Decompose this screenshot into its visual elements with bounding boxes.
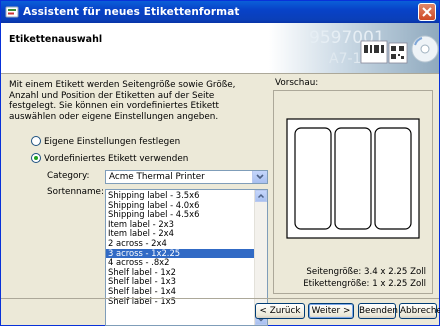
preview-label-1 <box>294 127 332 230</box>
radio-custom-settings-label: Eigene Einstellungen festlegen <box>44 137 181 147</box>
radio-button[interactable] <box>31 136 41 146</box>
label-size-text: Etikettengröße: 1 x 2.25 Zoll <box>303 279 426 289</box>
sortenname-listbox[interactable]: Shipping label - 3.5x6 Shipping label - 4… <box>105 189 268 326</box>
label-wizard-app-icon <box>5 6 19 18</box>
radio-button-checked[interactable] <box>31 153 41 163</box>
label-sheet-icon <box>360 40 388 64</box>
preview-panel: Seitengröße: 3.4 x 2.25 Zoll Etikettengr… <box>273 90 433 294</box>
wizard-header: Etikettenauswahl 9597001 A7-11 <box>1 23 439 74</box>
page-heading: Etikettenauswahl <box>9 34 103 45</box>
finish-button[interactable]: Beenden <box>358 303 398 319</box>
preview-label-2 <box>334 127 372 230</box>
combo-dropdown-button[interactable] <box>252 171 267 183</box>
next-button[interactable]: Weiter > <box>308 303 354 319</box>
chevron-down-icon <box>256 174 264 180</box>
preview-label: Vorschau: <box>275 78 319 88</box>
footer-separator <box>1 298 439 299</box>
intro-text: Mit einem Etikett werden Seitengröße sow… <box>9 80 236 122</box>
close-button[interactable] <box>418 3 436 21</box>
category-combobox[interactable]: Acme Thermal Printer <box>105 170 268 184</box>
radio-custom-settings[interactable]: Eigene Einstellungen festlegen <box>31 136 180 148</box>
qr-code-icon <box>388 42 408 64</box>
title-bar[interactable]: Assistent für neues Etikettenformat <box>1 1 439 23</box>
cd-disc-icon <box>411 35 439 63</box>
chevron-up-icon <box>257 193 265 199</box>
category-value: Acme Thermal Printer <box>109 172 205 182</box>
back-button[interactable]: < Zurück <box>255 303 305 319</box>
page-size-text: Seitengröße: 3.4 x 2.25 Zoll <box>306 267 426 277</box>
window-title: Assistent für neues Etikettenformat <box>23 6 240 18</box>
preview-label-3 <box>374 127 412 230</box>
radio-predefined-label[interactable]: Vordefiniertes Etikett verwenden <box>31 153 188 165</box>
wizard-body: Mit einem Etikett werden Seitengröße sow… <box>1 74 439 326</box>
sortenname-label: Sortenname: <box>47 187 104 197</box>
cancel-button[interactable]: Abbrechen <box>399 303 440 319</box>
radio-predefined-label-text: Vordefiniertes Etikett verwenden <box>44 154 189 164</box>
label-layout-preview <box>286 118 420 239</box>
sortenname-items: Shipping label - 3.5x6 Shipping label - 4… <box>106 190 255 306</box>
header-banner-art: 9597001 A7-11 <box>269 23 439 73</box>
wizard-window: Assistent für neues Etikettenformat Etik… <box>0 0 440 326</box>
scroll-up-button[interactable] <box>255 190 267 202</box>
close-icon <box>422 7 432 17</box>
category-label: Category: <box>47 171 90 181</box>
